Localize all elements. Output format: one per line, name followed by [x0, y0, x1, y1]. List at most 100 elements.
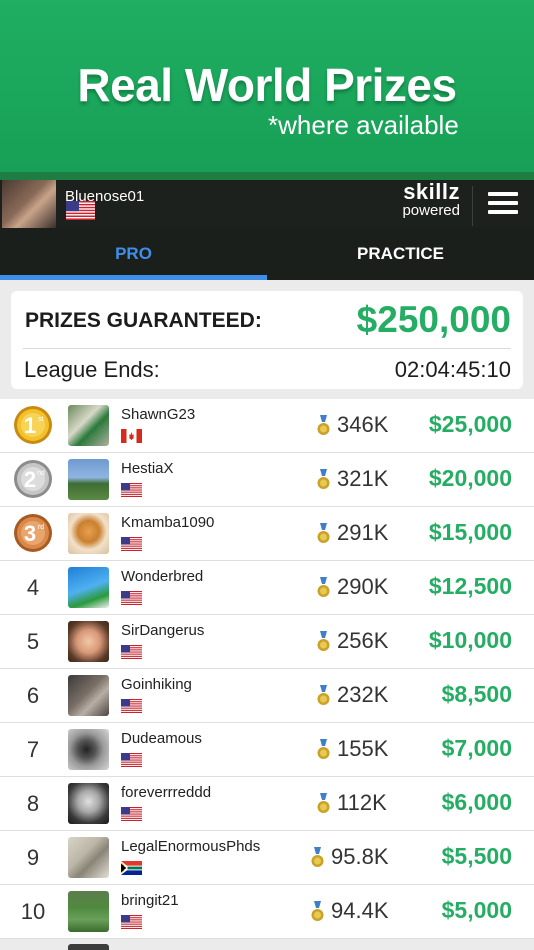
medal-score-icon	[311, 901, 324, 921]
player-prize: $5,000	[441, 897, 512, 923]
player-prize: $25,000	[428, 411, 512, 437]
banner-subtitle: *where available	[268, 110, 459, 140]
player-score: 232K	[337, 682, 389, 707]
player-score: 155K	[337, 736, 389, 761]
flag-us-icon	[121, 483, 142, 497]
leaderboard-row[interactable]: 8 foreverrreddd 112K $6,000	[0, 777, 534, 831]
user-flag-us-icon	[66, 201, 95, 220]
skillz-logo-text: skillz	[403, 179, 460, 204]
tab-practice[interactable]: PRACTICE	[267, 228, 534, 280]
flag-us-icon	[121, 807, 142, 821]
leaderboard-row[interactable]: 7 Dudeamous 155K $7,000	[0, 723, 534, 777]
player-avatar	[68, 459, 109, 500]
player-prize: $20,000	[428, 465, 512, 491]
player-avatar	[68, 513, 109, 554]
player-name: SirDangerus	[121, 622, 205, 639]
user-avatar[interactable]	[2, 180, 56, 228]
leaderboard-row[interactable]: 2 nd HestiaX 321K $20,000	[0, 453, 534, 507]
player-name: Wonderbred	[121, 568, 204, 585]
active-tab-indicator	[0, 275, 267, 280]
tab-pro[interactable]: PRO	[0, 228, 267, 280]
player-score: 94.4K	[331, 898, 389, 923]
player-prize: $15,000	[428, 519, 512, 545]
tab-bar: PRO PRACTICE	[0, 228, 534, 280]
league-ends-label: League Ends:	[24, 357, 160, 382]
player-avatar	[68, 837, 109, 878]
player-avatar	[68, 891, 109, 932]
medal-score-icon	[317, 469, 330, 489]
prizes-guaranteed-amount: $250,000	[356, 299, 511, 340]
flag-ca-icon	[121, 429, 142, 443]
leaderboard-row[interactable]: 4 Wonderbred 290K $12,500	[0, 561, 534, 615]
player-score: 95.8K	[331, 844, 389, 869]
flag-us-icon	[121, 537, 142, 551]
rank-number: 9	[26, 845, 40, 870]
banner-title: Real World Prizes	[77, 59, 457, 111]
player-avatar	[68, 675, 109, 716]
player-avatar	[68, 567, 109, 608]
medal-rank-text: 3	[24, 521, 36, 546]
player-avatar	[68, 405, 109, 446]
player-prize: $10,000	[428, 627, 512, 653]
leaderboard-row[interactable]: 6 Goinhiking 232K $8,500	[0, 669, 534, 723]
player-prize: $5,500	[441, 843, 512, 869]
player-name: HestiaX	[121, 460, 174, 477]
rank-number: 7	[26, 737, 40, 762]
player-score: 321K	[337, 466, 389, 491]
flag-us-icon	[121, 591, 142, 605]
rank-number: 5	[26, 629, 40, 654]
player-name: Goinhiking	[121, 676, 192, 693]
player-avatar	[68, 783, 109, 824]
medal-score-icon	[317, 577, 330, 597]
bronze-medal-icon: 3 rd	[14, 514, 52, 552]
player-name: Kmamba1090	[121, 514, 215, 531]
hamburger-menu-icon[interactable]	[488, 192, 518, 216]
flag-us-icon	[121, 645, 142, 659]
rank-number: 4	[26, 575, 40, 600]
flag-us-icon	[121, 753, 142, 767]
medal-score-icon	[317, 793, 330, 813]
player-score: 346K	[337, 412, 389, 437]
player-name: ShawnG23	[121, 406, 196, 423]
player-score: 112K	[337, 790, 387, 815]
medal-score-icon	[317, 739, 330, 759]
player-prize: $7,000	[441, 735, 512, 761]
prizes-guaranteed-label: PRIZES GUARANTEED:	[25, 309, 262, 332]
medal-score-icon	[317, 631, 330, 651]
skillz-logo: skillz powered	[380, 179, 460, 219]
leaderboard-row[interactable]: 1 st ShawnG23 346K $25,000	[0, 399, 534, 453]
player-avatar	[68, 621, 109, 662]
rank-number: 6	[26, 683, 40, 708]
skillz-powered-text: powered	[402, 202, 460, 219]
player-score: 256K	[337, 628, 389, 653]
medal-score-icon	[311, 847, 324, 867]
leaderboard-row[interactable]: 9 LegalEnormousPhds 95.8K $5,500	[0, 831, 534, 885]
rank-number: 8	[26, 791, 40, 816]
player-score: 290K	[337, 574, 389, 599]
medal-rank-suffix: st	[38, 416, 44, 423]
player-prize: $8,500	[441, 681, 512, 707]
player-name: bringit21	[121, 892, 179, 909]
leaderboard-row[interactable]: 10 bringit21 94.4K $5,000	[0, 885, 534, 939]
menu-separator	[472, 186, 473, 226]
player-score: 291K	[337, 520, 389, 545]
league-ends-countdown: 02:04:45:10	[394, 357, 511, 382]
player-name: Dudeamous	[121, 730, 202, 747]
flag-za-icon	[121, 861, 142, 875]
player-name: foreverrreddd	[121, 784, 212, 801]
medal-score-icon	[317, 523, 330, 543]
leaderboard-row[interactable]: 3 rd Kmamba1090 291K $15,000	[0, 507, 534, 561]
medal-score-icon	[317, 685, 330, 705]
player-name: LegalEnormousPhds	[121, 838, 261, 855]
flag-us-icon	[121, 699, 142, 713]
silver-medal-icon: 2 nd	[14, 460, 52, 498]
rank-number: 10	[20, 899, 46, 924]
medal-rank-text: 1	[24, 413, 36, 438]
player-prize: $12,500	[428, 573, 512, 599]
flag-us-icon	[121, 915, 142, 929]
next-row-avatar-peek	[68, 944, 109, 950]
medal-rank-suffix: nd	[37, 470, 45, 477]
leaderboard-row[interactable]: 5 SirDangerus 256K $10,000	[0, 615, 534, 669]
gold-medal-icon: 1 st	[14, 406, 52, 444]
player-prize: $6,000	[441, 789, 512, 815]
